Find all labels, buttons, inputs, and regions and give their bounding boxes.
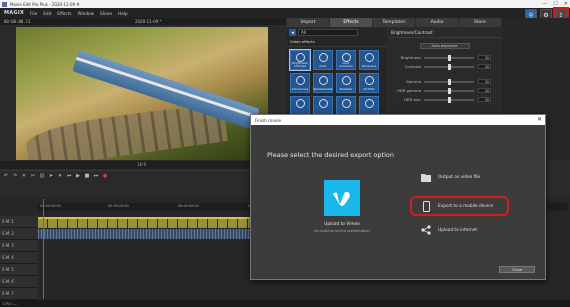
play-icon[interactable]: ▶ xyxy=(75,173,81,179)
track-header[interactable]: S M1 xyxy=(0,216,38,228)
track-header[interactable]: S M4 xyxy=(0,252,38,264)
tab-audio[interactable]: Audio xyxy=(416,18,458,27)
effect-sharpness[interactable]: Sharpness xyxy=(359,50,379,70)
track-header[interactable]: S M3 xyxy=(0,240,38,252)
effect-reinterpolate[interactable]: Reinterpolate xyxy=(313,73,333,93)
menu-bar: MAGIX File Edit Effects Window Share Hel… xyxy=(0,7,570,23)
chroma-key-icon xyxy=(295,76,305,85)
folder-icon xyxy=(421,172,431,182)
share-icon xyxy=(421,225,431,235)
effect-stabilizer[interactable]: Stabilizer xyxy=(336,73,356,93)
auto-exposure-button[interactable]: Auto exposure xyxy=(419,43,470,49)
status-bar: CPU: — xyxy=(0,300,570,307)
effect-item[interactable] xyxy=(336,96,356,116)
menu-share[interactable]: Share xyxy=(100,11,112,16)
stabilizer-icon xyxy=(341,76,351,85)
preview-header: 00:00:00.11 2020-11-09 * xyxy=(0,18,286,25)
menu-help[interactable]: Help xyxy=(118,11,128,16)
dialog-close-button[interactable]: Close xyxy=(499,266,535,273)
playhead[interactable] xyxy=(43,199,44,299)
effects-section-title: Video effects xyxy=(287,37,387,47)
slider-brightness[interactable]: Brightness 50 xyxy=(388,53,501,62)
effect-icon xyxy=(341,99,351,108)
reinterpolate-icon xyxy=(318,76,328,85)
vimeo-label[interactable]: Upload to Vimeo xyxy=(297,222,387,227)
aspect-ratio[interactable]: 16:9 xyxy=(137,162,146,167)
mouse-mode-icon[interactable]: ➤ xyxy=(48,173,54,179)
slider-hdr-blur[interactable]: HDR blur 50 xyxy=(388,95,501,104)
track-header[interactable]: S M2 xyxy=(0,228,38,240)
mobile-device-icon xyxy=(421,200,431,212)
menu-file[interactable]: File xyxy=(30,11,37,16)
link-icon[interactable]: ⛓ xyxy=(39,173,45,179)
stop-icon[interactable]: ■ xyxy=(84,173,90,179)
record-icon[interactable]: ● xyxy=(102,173,108,179)
art-filter-icon xyxy=(364,76,374,85)
effect-color[interactable]: Color xyxy=(313,50,333,70)
preview-controls: 16:9 xyxy=(0,161,286,169)
maximize-button[interactable]: ☐ xyxy=(553,1,557,7)
finish-movie-dialog: Finish movie ✕ Please select the desired… xyxy=(250,114,546,280)
effect-color-correction[interactable]: Color correction xyxy=(336,50,356,70)
window-controls: — ☐ ✕ xyxy=(542,0,568,8)
option-mobile-device[interactable]: Export to a mobile device xyxy=(421,200,493,212)
tab-import[interactable]: Import xyxy=(287,18,329,27)
option-upload-internet[interactable]: Upload to internet xyxy=(421,225,477,235)
cut-icon[interactable]: ✂ xyxy=(30,173,36,179)
track-header[interactable]: S M6 xyxy=(0,276,38,288)
tab-effects[interactable]: Effects xyxy=(330,18,372,27)
minimize-button[interactable]: — xyxy=(542,1,547,7)
vimeo-upload-tile[interactable] xyxy=(324,180,360,216)
menu-edit[interactable]: Edit xyxy=(43,11,51,16)
effect-icon xyxy=(295,99,305,108)
panel-tabs: Import Effects Templates Audio Store xyxy=(287,18,501,27)
app-icon xyxy=(2,1,7,7)
slider-hdr-gamma[interactable]: HDR gamma 50 xyxy=(388,86,501,95)
effects-filter[interactable]: All xyxy=(298,29,358,36)
track-header[interactable]: S M7 xyxy=(0,288,38,300)
slider-gamma[interactable]: Gamma 50 xyxy=(388,77,501,86)
dialog-heading: Please select the desired export option xyxy=(267,151,394,159)
redo-icon[interactable]: ↷ xyxy=(12,173,18,179)
effect-art-filter[interactable]: Art filter xyxy=(359,73,379,93)
vimeo-icon xyxy=(333,191,350,206)
dialog-close-icon[interactable]: ✕ xyxy=(537,116,542,123)
vimeo-sublabel: for optimal online presentation xyxy=(314,229,370,233)
tab-templates[interactable]: Templates xyxy=(373,18,415,27)
color-icon xyxy=(318,53,328,62)
track-header[interactable]: S M5 xyxy=(0,264,38,276)
sharpness-icon xyxy=(364,53,374,62)
option-video-file[interactable]: Output as video file xyxy=(421,172,480,182)
rewind-icon[interactable]: ⏮ xyxy=(66,173,72,179)
delete-icon[interactable]: ✕ xyxy=(21,173,27,179)
effect-brightness-contrast[interactable]: Brightness/ Contrast xyxy=(289,49,311,71)
tab-store[interactable]: Store xyxy=(459,18,501,27)
app-logo: MAGIX xyxy=(4,10,25,16)
status-text: CPU: — xyxy=(3,301,18,306)
effect-icon xyxy=(364,99,374,108)
project-date: 2020-11-09 * xyxy=(135,19,162,24)
effect-item[interactable] xyxy=(313,96,333,116)
menu-window[interactable]: Window xyxy=(78,11,95,16)
preview-timecode: 00:00:00.11 xyxy=(4,19,31,24)
undo-icon[interactable]: ↶ xyxy=(3,173,9,179)
close-window-button[interactable]: ✕ xyxy=(564,1,568,7)
effect-chroma-key[interactable]: Chroma key xyxy=(290,73,310,93)
edit-toolbar: ↶ ↷ ✕ ✂ ⛓ ➤ ▾ ⏮ ▶ ■ ⏭ ● xyxy=(0,170,286,196)
dialog-titlebar: Finish movie ✕ xyxy=(251,115,545,125)
video-preview[interactable] xyxy=(16,27,268,160)
dialog-title: Finish movie xyxy=(255,117,282,123)
back-arrow-icon[interactable]: ◂ xyxy=(289,29,296,36)
window-title: Movie Edit Pro Plus - 2020-11-09 # xyxy=(10,1,80,7)
effect-icon xyxy=(318,99,328,108)
effect-item[interactable] xyxy=(359,96,379,116)
slider-contrast[interactable]: Contrast 50 xyxy=(388,62,501,71)
marker-icon[interactable]: ▾ xyxy=(57,173,63,179)
effect-settings-title: Brightness/Contrast xyxy=(388,28,501,38)
effects-grid: Brightness/ Contrast Color Color correct… xyxy=(287,47,387,119)
forward-icon[interactable]: ⏭ xyxy=(93,173,99,179)
menu-effects[interactable]: Effects xyxy=(57,11,71,16)
effect-item[interactable] xyxy=(290,96,310,116)
window-titlebar: Movie Edit Pro Plus - 2020-11-09 # — ☐ ✕ xyxy=(0,0,570,8)
